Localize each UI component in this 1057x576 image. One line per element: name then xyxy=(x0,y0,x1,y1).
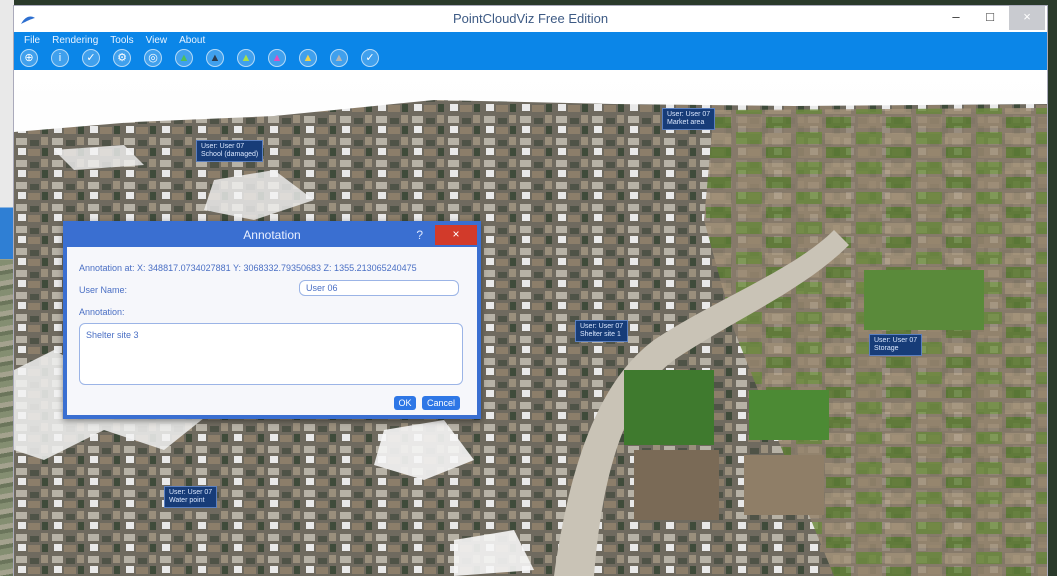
close-button[interactable]: × xyxy=(1009,6,1045,30)
landmark-yellow-icon[interactable]: ▲ xyxy=(299,49,317,67)
annotation-coordinates: Annotation at: X: 348817.0734027881 Y: 3… xyxy=(79,263,417,273)
background-terrain xyxy=(0,260,14,576)
ok-button[interactable]: OK xyxy=(394,396,416,410)
menu-about[interactable]: About xyxy=(179,35,205,46)
toolbar: ⊕ i ✓ ⚙ ◎ ▲ ▲ ▲ ▲ ▲ ▲ ✓ xyxy=(20,49,392,67)
title-bar[interactable]: PointCloudViz Free Edition – □ × xyxy=(14,6,1047,32)
annotation-dialog: Annotation ? × Annotation at: X: 348817.… xyxy=(63,221,481,419)
annotation-marker[interactable]: User: User 07 School (damaged) xyxy=(196,140,264,162)
dialog-close-button[interactable]: × xyxy=(435,225,477,245)
maximize-button[interactable]: □ xyxy=(973,6,1007,30)
info-icon[interactable]: i xyxy=(51,49,69,67)
annotation-label: Annotation: xyxy=(79,307,125,317)
background-window-strip xyxy=(0,0,14,576)
cancel-button[interactable]: Cancel xyxy=(422,396,460,410)
help-icon[interactable]: ? xyxy=(416,228,423,242)
menu-bar: File Rendering Tools View About xyxy=(24,35,217,46)
menu-view[interactable]: View xyxy=(146,35,168,46)
annotation-marker[interactable]: User: User 07 Market area xyxy=(662,108,716,130)
landmark-lime-icon[interactable]: ▲ xyxy=(237,49,255,67)
landmark-dark-icon[interactable]: ▲ xyxy=(206,49,224,67)
landmark-grey-icon[interactable]: ▲ xyxy=(330,49,348,67)
landmark-green-icon[interactable]: ▲ xyxy=(175,49,193,67)
check-icon[interactable]: ✓ xyxy=(82,49,100,67)
user-name-label: User Name: xyxy=(79,285,128,295)
zoom-icon[interactable]: ⊕ xyxy=(20,49,38,67)
menu-rendering[interactable]: Rendering xyxy=(52,35,98,46)
check-circle-icon[interactable]: ✓ xyxy=(361,49,379,67)
annotation-marker[interactable]: User: User 07 Shelter site 1 xyxy=(575,320,629,342)
menu-tools[interactable]: Tools xyxy=(110,35,133,46)
dialog-header[interactable]: Annotation ? × xyxy=(67,225,477,247)
annotation-marker[interactable]: User: User 07 Water point xyxy=(164,486,218,508)
menu-file[interactable]: File xyxy=(24,35,40,46)
minimize-button[interactable]: – xyxy=(939,6,973,30)
user-name-input[interactable]: User 06 xyxy=(299,280,459,296)
annotation-textarea[interactable]: Shelter site 3 xyxy=(79,323,463,385)
landmark-magenta-icon[interactable]: ▲ xyxy=(268,49,286,67)
annotation-marker[interactable]: User: User 07 Storage xyxy=(869,334,923,356)
settings-icon[interactable]: ⚙ xyxy=(113,49,131,67)
ribbon: File Rendering Tools View About ⊕ i ✓ ⚙ … xyxy=(14,32,1047,70)
globe-icon[interactable]: ◎ xyxy=(144,49,162,67)
app-window: PointCloudViz Free Edition – □ × File Re… xyxy=(14,6,1047,576)
window-title: PointCloudViz Free Edition xyxy=(452,11,609,26)
